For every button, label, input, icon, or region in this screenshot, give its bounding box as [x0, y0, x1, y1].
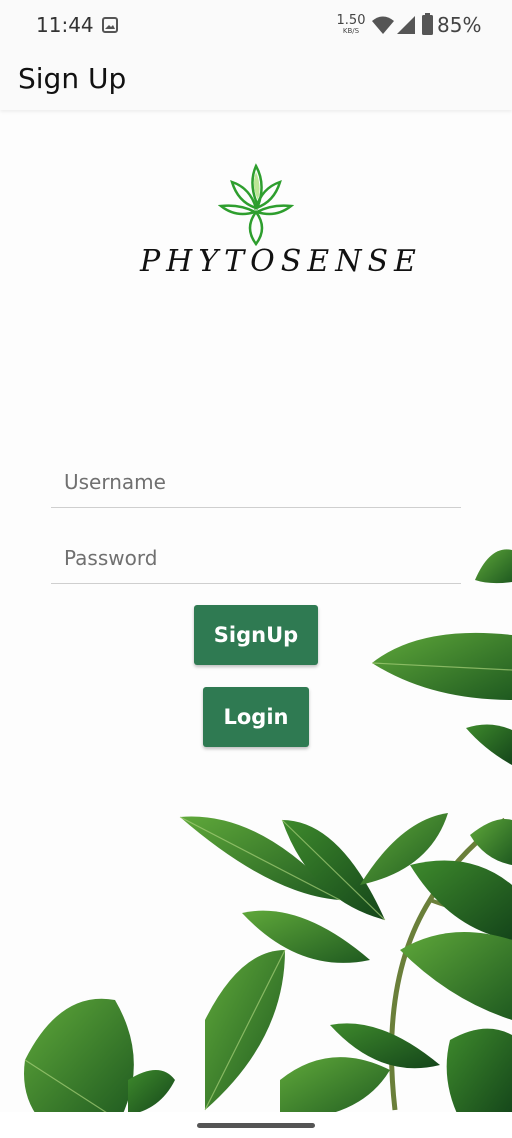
network-speed: 1.50 KB/S — [336, 14, 366, 36]
battery-icon — [422, 13, 433, 35]
navigation-bar — [0, 1112, 512, 1138]
gallery-icon — [102, 17, 118, 33]
password-field — [51, 529, 461, 584]
password-input[interactable] — [62, 545, 456, 571]
cell-signal-icon — [397, 16, 415, 34]
network-speed-value: 1.50 — [336, 13, 366, 28]
brand-wordmark: PHYTOSENSE — [140, 244, 422, 279]
signup-button[interactable]: SignUp — [194, 605, 318, 665]
home-gesture-handle[interactable] — [197, 1123, 315, 1128]
cannabis-leaf-drop-icon — [218, 163, 294, 247]
username-field — [51, 453, 461, 508]
page-title: Sign Up — [18, 62, 127, 95]
wifi-icon — [372, 16, 394, 34]
login-button[interactable]: Login — [203, 687, 309, 747]
status-bar: 11:44 1.50 KB/S 85% — [0, 0, 512, 50]
battery-percentage: 85% — [437, 13, 482, 37]
app-bar: Sign Up — [0, 50, 512, 110]
username-input[interactable] — [62, 469, 456, 495]
sign-up-screen: 11:44 1.50 KB/S 85% Sign Up PHYTOSENSE U… — [0, 0, 512, 1138]
status-time: 11:44 — [36, 13, 94, 37]
network-speed-unit: KB/S — [342, 27, 360, 35]
